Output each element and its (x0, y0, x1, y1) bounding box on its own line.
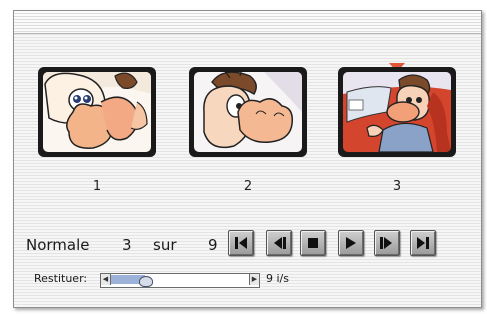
frame-number-2: 2 (243, 179, 253, 194)
frame-1-image (43, 72, 151, 152)
slider-left-arrow[interactable]: ◀ (101, 274, 111, 285)
playback-speed-value: 9 i/s (266, 272, 289, 285)
frame-thumbnail-1[interactable] (38, 67, 156, 157)
slider-right-arrow[interactable]: ▶ (249, 274, 259, 285)
frame-count-separator: sur (153, 236, 177, 254)
slider-thumb[interactable] (139, 276, 153, 287)
stop-icon (308, 238, 318, 248)
playback-speed-label: Restituer: (34, 272, 88, 285)
first-frame-button[interactable] (228, 230, 254, 256)
frame-number-3: 3 (392, 179, 402, 194)
frame-2-image (194, 72, 302, 152)
play-button[interactable] (338, 230, 364, 256)
skip-to-end-icon (417, 237, 429, 249)
window-titlebar[interactable] (14, 11, 481, 34)
total-frames-value: 9 (208, 236, 218, 254)
stop-button[interactable] (300, 230, 326, 256)
frame-thumbnail-2[interactable] (189, 67, 307, 157)
step-forward-icon (380, 237, 392, 249)
last-frame-button[interactable] (410, 230, 436, 256)
playback-mode-label: Normale (26, 236, 90, 254)
next-frame-button[interactable] (374, 230, 400, 256)
playback-speed-slider[interactable]: ◀ ▶ (100, 273, 260, 288)
skip-to-start-icon (235, 237, 247, 249)
current-frame-value: 3 (122, 236, 132, 254)
frame-number-1: 1 (92, 179, 102, 194)
play-icon (346, 237, 356, 249)
step-back-icon (274, 237, 286, 249)
frame-3-image (343, 72, 451, 152)
previous-frame-button[interactable] (266, 230, 292, 256)
frame-thumbnail-3[interactable] (338, 67, 456, 157)
animation-preview-window (13, 10, 482, 308)
